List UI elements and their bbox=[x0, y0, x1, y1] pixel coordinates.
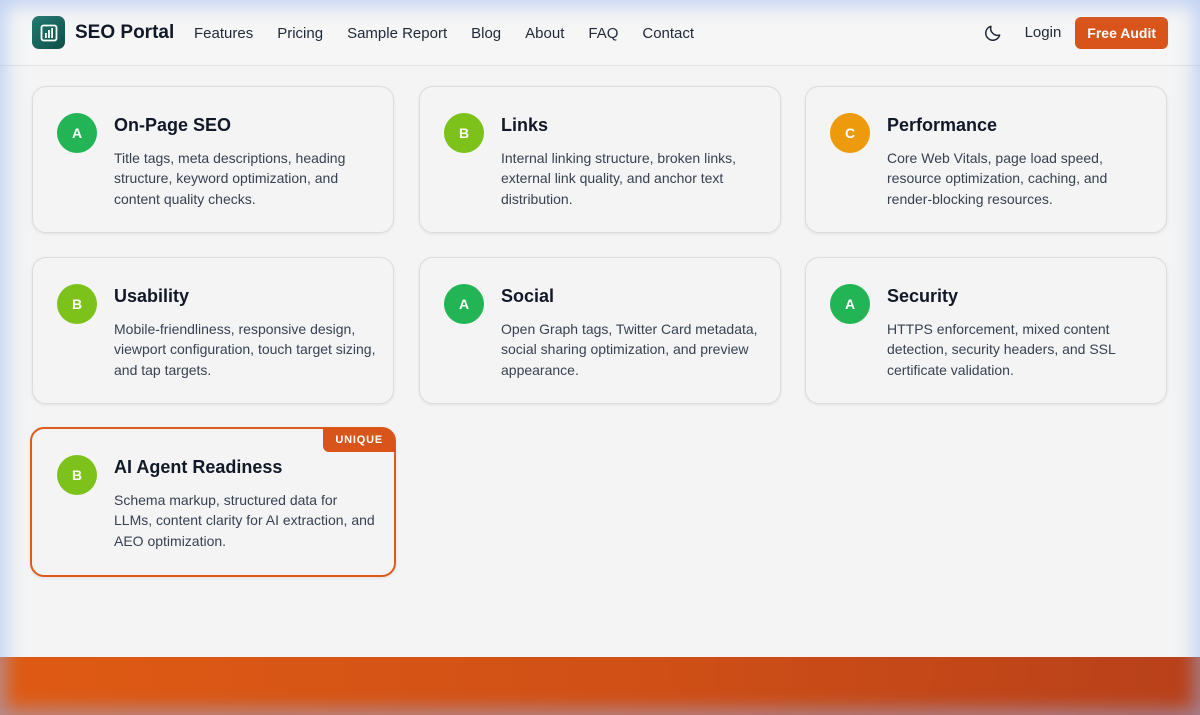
nav-link-features[interactable]: Features bbox=[194, 25, 253, 42]
grade-badge: A bbox=[444, 284, 484, 324]
login-link[interactable]: Login bbox=[1025, 24, 1062, 41]
bar-chart-icon bbox=[32, 16, 65, 49]
category-card-performance[interactable]: C Performance Core Web Vitals, page load… bbox=[805, 86, 1167, 233]
nav-link-sample-report[interactable]: Sample Report bbox=[347, 25, 447, 42]
brand-name: SEO Portal bbox=[75, 21, 175, 43]
nav-link-about[interactable]: About bbox=[525, 25, 564, 42]
category-card-ai-agent-readiness[interactable]: UNIQUE B AI Agent Readiness Schema marku… bbox=[30, 427, 396, 577]
grade-badge: B bbox=[57, 284, 97, 324]
card-title: Performance bbox=[887, 115, 998, 135]
brand-logo[interactable]: SEO Portal bbox=[32, 16, 174, 49]
moon-icon[interactable] bbox=[983, 23, 1003, 43]
nav-link-faq[interactable]: FAQ bbox=[588, 25, 618, 42]
card-title: Usability bbox=[114, 286, 190, 306]
card-description: Internal linking structure, broken links… bbox=[501, 150, 736, 207]
card-title: AI Agent Readiness bbox=[114, 457, 283, 477]
category-card-security[interactable]: A Security HTTPS enforcement, mixed cont… bbox=[805, 257, 1167, 404]
top-navbar: SEO Portal Features Pricing Sample Repor… bbox=[0, 0, 1200, 66]
category-card-social[interactable]: A Social Open Graph tags, Twitter Card m… bbox=[419, 257, 781, 404]
footer-band bbox=[0, 657, 1200, 715]
category-card-on-page-seo[interactable]: A On-Page SEO Title tags, meta descripti… bbox=[32, 86, 394, 233]
grade-badge: C bbox=[830, 113, 870, 153]
nav-actions: Login Free Audit bbox=[983, 16, 1168, 49]
unique-tag: UNIQUE bbox=[323, 428, 395, 452]
card-description: Title tags, meta descriptions, heading s… bbox=[114, 150, 346, 207]
card-description: Mobile-friendliness, responsive design, … bbox=[114, 321, 376, 378]
card-description: Core Web Vitals, page load speed, resour… bbox=[887, 150, 1108, 207]
nav-links: Features Pricing Sample Report Blog Abou… bbox=[194, 0, 718, 66]
card-description: Schema markup, structured data for LLMs,… bbox=[114, 492, 375, 549]
category-card-links[interactable]: B Links Internal linking structure, brok… bbox=[419, 86, 781, 233]
card-description: Open Graph tags, Twitter Card metadata, … bbox=[501, 321, 758, 378]
card-title: Links bbox=[501, 115, 549, 135]
nav-link-blog[interactable]: Blog bbox=[471, 25, 501, 42]
category-card-usability[interactable]: B Usability Mobile-friendliness, respons… bbox=[32, 257, 394, 404]
card-title: Security bbox=[887, 286, 959, 306]
nav-link-contact[interactable]: Contact bbox=[642, 25, 694, 42]
free-audit-button[interactable]: Free Audit bbox=[1075, 16, 1168, 49]
grade-badge: B bbox=[57, 455, 97, 495]
card-description: HTTPS enforcement, mixed content detecti… bbox=[887, 321, 1116, 378]
grade-badge: A bbox=[57, 113, 97, 153]
grade-badge: A bbox=[830, 284, 870, 324]
card-title: On-Page SEO bbox=[114, 115, 232, 135]
nav-link-pricing[interactable]: Pricing bbox=[277, 25, 323, 42]
card-title: Social bbox=[501, 286, 555, 306]
grade-badge: B bbox=[444, 113, 484, 153]
